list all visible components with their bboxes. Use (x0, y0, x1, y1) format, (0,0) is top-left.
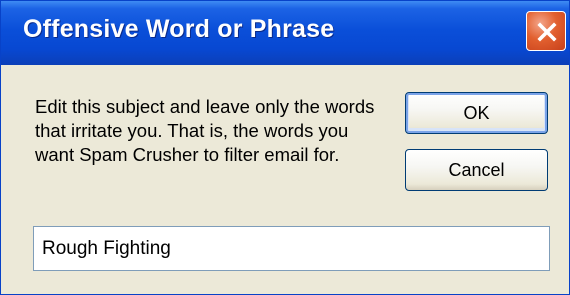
dialog-window: Offensive Word or Phrase Edit this subje… (0, 0, 570, 295)
dialog-message: Edit this subject and leave only the wor… (35, 96, 375, 165)
title-bar[interactable]: Offensive Word or Phrase (1, 1, 569, 65)
subject-input[interactable] (33, 226, 550, 271)
close-icon (537, 22, 557, 42)
cancel-button[interactable]: Cancel (405, 149, 548, 191)
close-button[interactable] (526, 11, 566, 51)
ok-button[interactable]: OK (405, 92, 548, 134)
dialog-title: Offensive Word or Phrase (23, 15, 335, 43)
